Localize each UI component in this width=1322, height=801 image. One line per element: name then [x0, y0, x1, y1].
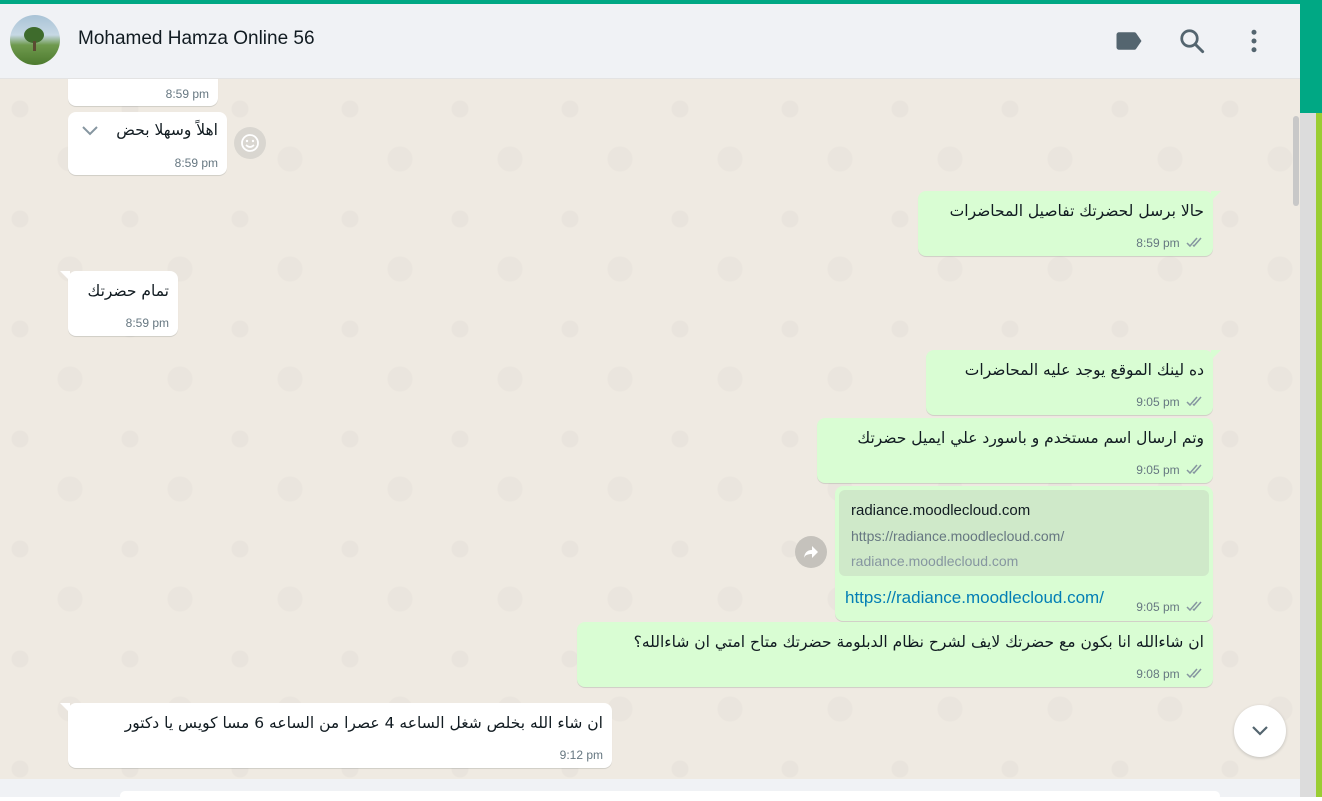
message-text: حالا برسل لحضرتك تفاصيل المحاضرات — [949, 202, 1204, 220]
message-time: 9:05 pm — [1136, 395, 1204, 409]
forward-button[interactable] — [795, 536, 827, 568]
message-list[interactable]: 8:59 pm اهلاً وسهلا بحض 8:59 pm حالا برس… — [0, 79, 1300, 779]
search-icon[interactable] — [1177, 26, 1207, 56]
message-text: وتم ارسال اسم مستخدم و باسورد علي ايميل … — [857, 429, 1204, 447]
contact-avatar[interactable] — [10, 15, 60, 65]
message-time: 9:05 pm — [1136, 463, 1204, 477]
menu-icon[interactable] — [1239, 26, 1269, 56]
message-time: 8:59 pm — [165, 87, 209, 101]
message-outgoing[interactable]: حالا برسل لحضرتك تفاصيل المحاضرات 8:59 p… — [918, 191, 1221, 256]
message-time: 9:12 pm — [559, 748, 603, 762]
chat-header: Mohamed Hamza Online 56 — [0, 4, 1300, 79]
double-check-icon — [1186, 668, 1202, 679]
message-time: 9:08 pm — [1136, 667, 1204, 681]
message-outgoing-link[interactable]: radiance.moodlecloud.com https://radianc… — [835, 486, 1213, 621]
message-text: ده لينك الموقع يوجد عليه المحاضرات — [964, 361, 1204, 379]
window-edge-highlight — [1316, 113, 1322, 797]
double-check-icon — [1186, 464, 1202, 475]
message-outgoing[interactable]: وتم ارسال اسم مستخدم و باسورد علي ايميل … — [817, 418, 1213, 483]
message-outgoing[interactable]: ان شاءالله انا بكون مع حضرتك لايف لشرح ن… — [577, 622, 1213, 687]
message-link[interactable]: https://radiance.moodlecloud.com/ — [845, 588, 1104, 608]
link-preview-url: https://radiance.moodlecloud.com/ — [851, 528, 1065, 544]
chat-scrollbar[interactable] — [1293, 116, 1299, 206]
message-text: تمام حضرتك — [87, 282, 169, 300]
scroll-to-bottom-button[interactable] — [1234, 705, 1286, 757]
message-incoming[interactable]: اهلاً وسهلا بحض 8:59 pm — [68, 112, 227, 175]
message-incoming[interactable]: ان شاء الله بخلص شغل الساعه 4 عصرا من ال… — [60, 703, 612, 768]
message-time: 8:59 pm — [174, 156, 218, 170]
message-input[interactable] — [120, 791, 1220, 801]
message-text: ان شاءالله انا بكون مع حضرتك لايف لشرح ن… — [633, 633, 1204, 651]
message-time: 8:59 pm — [1136, 236, 1204, 250]
message-text: ان شاء الله بخلص شغل الساعه 4 عصرا من ال… — [124, 714, 603, 732]
message-incoming[interactable]: 8:59 pm — [68, 79, 218, 106]
link-preview-title: radiance.moodlecloud.com — [851, 502, 1031, 519]
message-time: 9:05 pm — [1136, 600, 1204, 614]
link-preview-card[interactable]: radiance.moodlecloud.com https://radianc… — [839, 490, 1209, 576]
smiley-icon — [241, 134, 259, 152]
contact-name[interactable]: Mohamed Hamza Online 56 — [78, 28, 315, 50]
message-incoming[interactable]: تمام حضرتك 8:59 pm — [60, 271, 178, 336]
link-preview-domain: radiance.moodlecloud.com — [851, 553, 1019, 569]
forward-icon — [804, 546, 818, 558]
emoji-reaction-button[interactable] — [234, 127, 266, 159]
chevron-down-icon — [1252, 726, 1268, 736]
label-icon[interactable] — [1114, 26, 1144, 56]
message-time: 8:59 pm — [125, 316, 169, 330]
double-check-icon — [1186, 396, 1202, 407]
message-text: اهلاً وسهلا بحض — [116, 121, 218, 139]
message-outgoing[interactable]: ده لينك الموقع يوجد عليه المحاضرات 9:05 … — [926, 350, 1221, 415]
double-check-icon — [1186, 237, 1202, 248]
chevron-down-icon[interactable] — [80, 124, 100, 138]
double-check-icon — [1186, 601, 1202, 612]
